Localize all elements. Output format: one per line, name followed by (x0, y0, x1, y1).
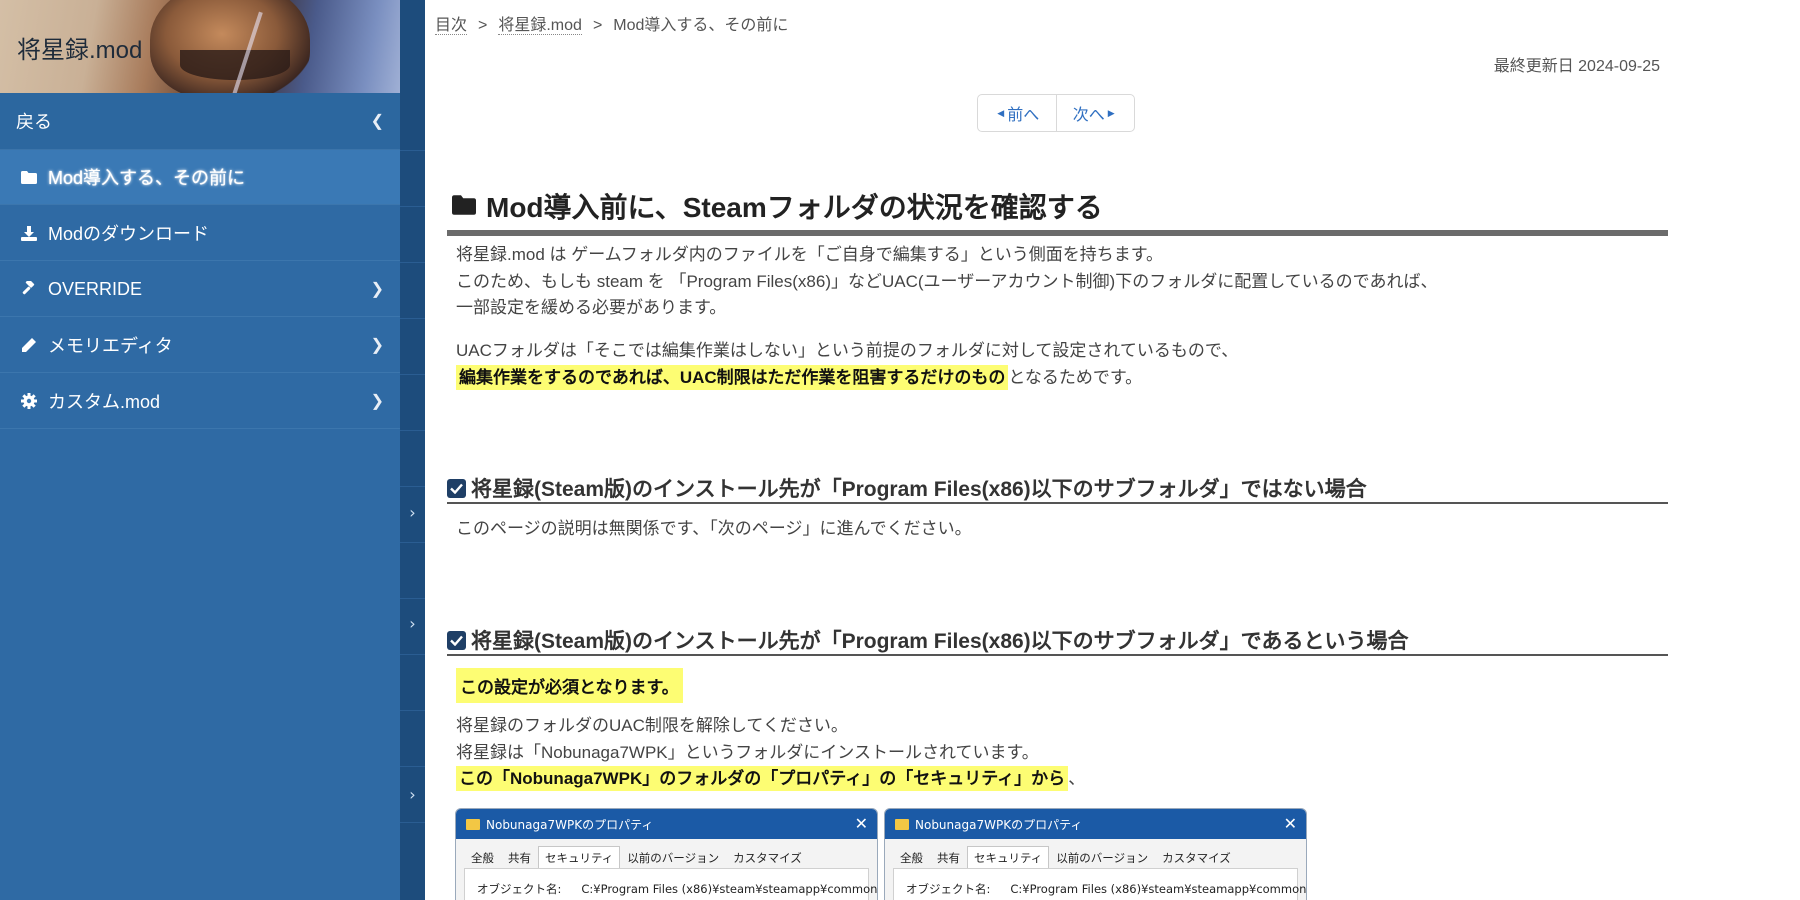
section-title: 将星録(Steam版)のインストール先が「Program Files(x86)以… (471, 630, 1409, 653)
properties-dialog-screenshot: Nobunaga7WPKのプロパティ ✕ 全般 共有 セキュリティ 以前のバージ… (455, 808, 878, 900)
expand-chevron-icon[interactable]: › (400, 614, 425, 633)
section-in-program-files: 将星録(Steam版)のインストール先が「Program Files(x86)以… (447, 626, 1668, 656)
uac-highlight: 編集作業をするのであれば、UAC制限はただ作業を阻害するだけのもの (456, 364, 1009, 390)
intro-line: 将星録.mod は ゲームフォルダ内のファイルを「ご自身で編集する」という側面を… (456, 245, 1164, 264)
object-name-value: C:¥Program Files (x86)¥steam¥steamapp¥co… (1010, 882, 1307, 896)
breadcrumb-separator: > (478, 17, 488, 34)
sidebar-back-button[interactable]: 戻る ❮ (0, 93, 400, 150)
breadcrumb-link-toc[interactable]: 目次 (435, 17, 468, 35)
required-notice: この設定が必須となります。 (456, 668, 683, 703)
intro-line: このため、もしも steam を 「Program Files(x86)」などU… (456, 271, 1438, 291)
sidebar-item-label: カスタム.mod (48, 392, 161, 412)
sidebar-item-label: Modのダウンロード (48, 224, 210, 244)
dialog-title: Nobunaga7WPKのプロパティ (486, 817, 654, 832)
chevron-left-icon: ❮ (370, 113, 384, 130)
pencil-icon (18, 337, 40, 353)
sidebar-item-download[interactable]: Modのダウンロード (0, 206, 400, 261)
section1-text: このページの説明は無関係です、「次のページ」に進んでください。 (456, 519, 972, 538)
folder-icon (18, 170, 40, 184)
download-icon (18, 225, 40, 241)
sidebar-item-label: メモリエディタ (48, 336, 173, 356)
object-name-label: オブジェクト名: (477, 882, 562, 896)
section2-line: 将星録は「Nobunaga7WPK」というフォルダにインストールされています。 (456, 742, 1039, 762)
section-title: 将星録(Steam版)のインストール先が「Program Files(x86)以… (471, 478, 1367, 501)
section2-tail: 、 (1068, 769, 1086, 788)
sidebar-collapse-strip: › › › (400, 0, 425, 900)
prev-page-button[interactable]: ◀ 前へ (978, 95, 1056, 131)
dialog-tab-security: セキュリティ (538, 846, 621, 870)
chevron-right-icon: ❯ (370, 393, 384, 410)
page-title: Mod導入前に、Steamフォルダの状況を確認する (447, 186, 1668, 236)
next-page-button[interactable]: 次へ ▶ (1055, 95, 1135, 131)
dialog-tab: 以前のバージョン (627, 851, 720, 865)
breadcrumb-separator: > (592, 17, 603, 34)
sidebar-item-memory-editor[interactable]: メモリエディタ ❯ (0, 318, 400, 373)
folder-icon (895, 818, 909, 830)
dialog-tab: カスタマイズ (1162, 851, 1231, 865)
pager: ◀ 前へ 次へ ▶ (977, 94, 1135, 132)
dialog-title: Nobunaga7WPKのプロパティ (915, 817, 1083, 832)
folder-icon (466, 818, 480, 830)
sidebar-item-custom-mod[interactable]: カスタム.mod ❯ (0, 374, 400, 429)
dialog-tab-security: セキュリティ (967, 846, 1050, 870)
caret-right-icon: ▶ (1107, 107, 1115, 118)
intro-paragraph: 将星録.mod は ゲームフォルダ内のファイルを「ご自身で編集する」という側面を… (456, 242, 1656, 322)
chevron-right-icon: ❯ (370, 337, 384, 354)
chevron-right-icon: ❯ (370, 281, 384, 298)
breadcrumb-current: Mod導入する、その前に (613, 17, 789, 34)
section2-paragraph: 将星録のフォルダのUAC制限を解除してください。 将星録は「Nobunaga7W… (456, 713, 1656, 793)
dialog-tab: カスタマイズ (733, 851, 802, 865)
sidebar-item-mod-intro[interactable]: Mod導入する、その前に (0, 150, 400, 205)
object-name-label: オブジェクト名: (906, 882, 991, 896)
breadcrumb-link-mod[interactable]: 将星録.mod (498, 17, 582, 35)
sidebar-item-override[interactable]: OVERRIDE ❯ (0, 262, 400, 317)
section-not-program-files: 将星録(Steam版)のインストール先が「Program Files(x86)以… (447, 474, 1668, 504)
expand-chevron-icon[interactable]: › (400, 785, 425, 804)
header-banner-image: 将星録.mod (0, 0, 425, 93)
section2-highlight: この「Nobunaga7WPK」のフォルダの「プロパティ」の「セキュリティ」から (456, 766, 1069, 791)
intro-line: 一部設定を緩める必要があります。 (456, 298, 727, 317)
close-icon: ✕ (1283, 814, 1297, 833)
expand-chevron-icon[interactable]: › (400, 503, 425, 522)
sidebar: 将星録.mod 戻る ❮ Mod導入する、その前に Modのダウンロード OVE… (0, 0, 425, 900)
prev-page-label: 前へ (1007, 107, 1040, 124)
dialog-tab: 全般 (900, 851, 923, 865)
checkbox-checked-icon (447, 478, 466, 498)
folder-icon (452, 190, 476, 222)
gear-icon (18, 393, 40, 409)
caret-left-icon: ◀ (997, 107, 1005, 118)
sidebar-back-label: 戻る (16, 112, 52, 132)
site-title[interactable]: 将星録.mod (17, 30, 142, 65)
next-page-label: 次へ (1072, 107, 1105, 124)
uac-paragraph: UACフォルダは「そこでは編集作業はしない」という前提のフォルダに対して設定され… (456, 338, 1656, 391)
main-content: 目次 > 将星録.mod > Mod導入する、その前に 最終更新日 2024-09-25… (425, 0, 1800, 900)
sidebar-item-label: OVERRIDE (48, 278, 143, 299)
last-updated-date: 最終更新日 2024-09-25 (1493, 58, 1660, 75)
object-name-value: C:¥Program Files (x86)¥steam¥steamapp¥co… (581, 882, 878, 896)
dialog-tab: 共有 (508, 851, 531, 865)
breadcrumb: 目次 > 将星録.mod > Mod導入する、その前に (435, 11, 788, 35)
sidebar-item-label: Mod導入する、その前に (48, 168, 246, 188)
dialog-tab: 共有 (937, 851, 960, 865)
gavel-icon (18, 281, 40, 297)
dialog-tab: 以前のバージョン (1056, 851, 1149, 865)
page-title-text: Mod導入前に、Steamフォルダの状況を確認する (486, 192, 1103, 223)
section2-line: 将星録のフォルダのUAC制限を解除してください。 (456, 716, 848, 735)
properties-dialog-screenshot: Nobunaga7WPKのプロパティ ✕ 全般 共有 セキュリティ 以前のバージ… (884, 808, 1307, 900)
uac-tail: となるためです。 (1008, 367, 1143, 387)
checkbox-checked-icon (447, 630, 466, 650)
close-icon: ✕ (854, 814, 868, 833)
uac-line: UACフォルダは「そこでは編集作業はしない」という前提のフォルダに対して設定され… (456, 341, 1239, 360)
dialog-tab: 全般 (471, 851, 494, 865)
